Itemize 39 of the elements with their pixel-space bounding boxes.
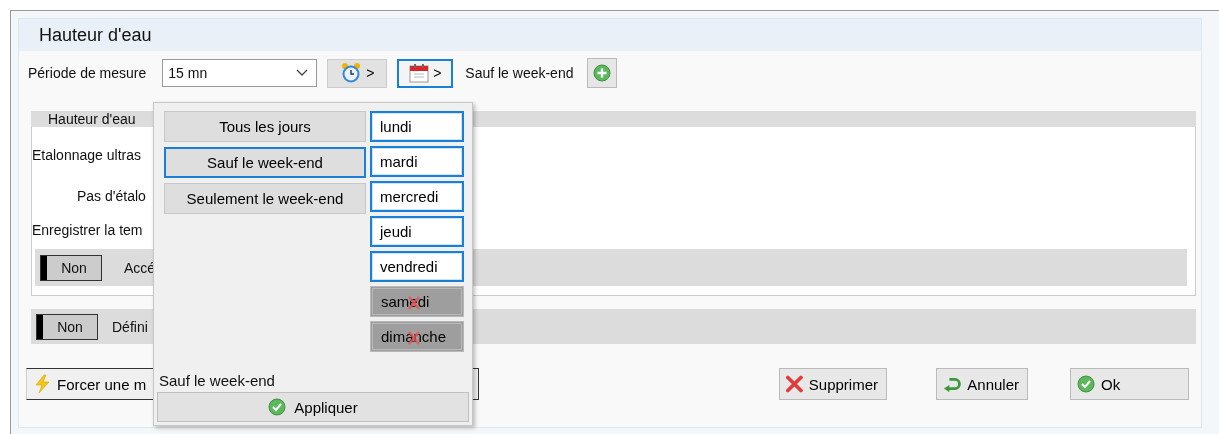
ok-button[interactable]: Ok [1070,368,1189,400]
schedule-option[interactable]: Seulement le week-end [164,183,366,214]
day-toggle[interactable]: dimanche [370,321,464,352]
day-toggle[interactable]: mercredi [370,181,464,212]
toggle-switch[interactable]: Non [40,254,102,281]
lightning-icon [33,374,51,394]
check-icon [1077,375,1095,393]
add-button[interactable] [587,58,618,88]
schedule-option[interactable]: Tous les jours [164,111,366,142]
toggle-switch[interactable]: Non [36,313,98,340]
tab[interactable]: Hauteur d'eau [48,111,136,127]
time-button[interactable]: > [327,58,388,88]
apply-button[interactable]: Appliquer [157,392,469,422]
window-title: Hauteur d'eau [39,24,152,46]
cancel-button[interactable]: Annuler [936,368,1028,400]
return-arrow-icon [943,375,962,393]
field-label: Pas d'étalo [77,188,146,205]
option-label: Accé [124,259,156,276]
selection-summary: Sauf le week-end [158,372,276,391]
chevron-down-icon [296,69,309,77]
period-label: Période de mesure [28,65,147,81]
field-label: Etalonnage ultras [32,147,141,164]
option-label: Défini [112,318,148,335]
day-toggle[interactable]: mardi [370,146,464,177]
close-icon [786,375,803,393]
check-icon [268,398,287,416]
plus-icon [593,64,612,82]
delete-button[interactable]: Supprimer [779,368,887,400]
day-toggle[interactable]: vendredi [370,251,464,282]
alarm-clock-icon [340,62,363,84]
calendar-icon [409,63,430,83]
schedule-summary: Sauf le week-end [465,65,574,81]
day-toggle[interactable]: samedi [370,286,464,317]
day-toggle[interactable]: jeudi [370,216,464,247]
day-toggle[interactable]: lundi [370,111,464,142]
schedule-option[interactable]: Sauf le week-end [164,147,366,178]
period-dropdown[interactable]: 15 mn [162,59,318,87]
calendar-button[interactable]: > [397,58,454,88]
field-label: Enregistrer la tem [32,222,143,239]
